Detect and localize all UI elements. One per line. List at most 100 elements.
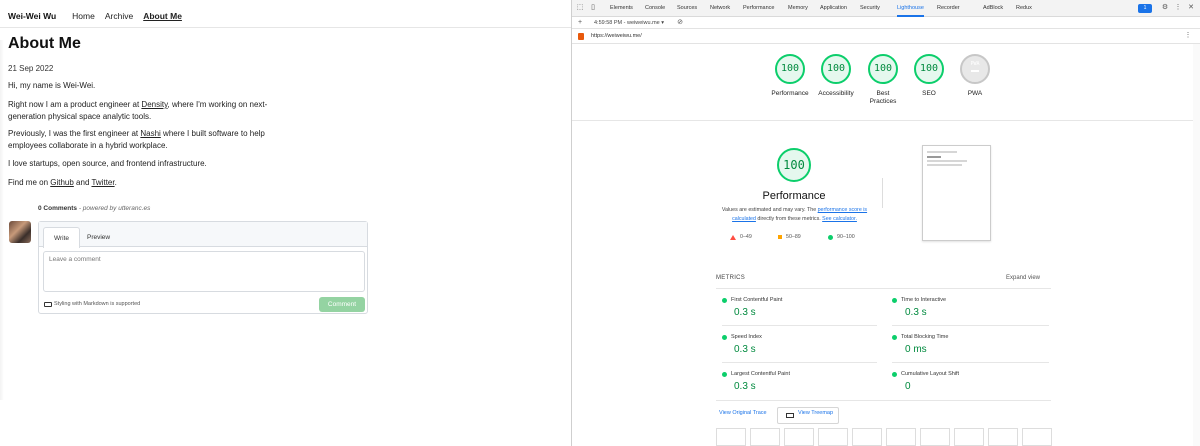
tab-application[interactable]: Application [820, 0, 847, 17]
p4-and: and [73, 178, 92, 187]
gauge-performance[interactable]: 100 [775, 54, 805, 84]
comment-form: Write Preview Leave a comment Styling wi… [38, 221, 368, 314]
new-report-plus-icon[interactable]: + [576, 19, 584, 27]
metric-fcp-name: First Contentful Paint [731, 297, 783, 303]
tab-recorder[interactable]: Recorder [937, 0, 960, 17]
report-url[interactable]: https://weiweiwu.me/ [591, 33, 642, 39]
inspect-icon[interactable]: ⬚ [576, 4, 584, 12]
tab-network[interactable]: Network [710, 0, 730, 17]
tab-redux[interactable]: Redux [1016, 0, 1032, 17]
performance-description: Values are estimated and may vary. The p… [717, 206, 872, 223]
tab-performance[interactable]: Performance [743, 0, 775, 17]
pwa-badge-text: PWA [970, 61, 980, 67]
gauge-best-practices[interactable]: 100 [868, 54, 898, 84]
page-title: About Me [8, 35, 81, 52]
metric-tbt-value: 0 ms [905, 344, 927, 355]
report-time: 4:59:58 PM - weiweiwu.me [594, 20, 660, 26]
tab-lighthouse[interactable]: Lighthouse [897, 0, 924, 17]
site-name[interactable]: Wei-Wei Wu [8, 11, 56, 21]
tab-console[interactable]: Console [645, 0, 665, 17]
legend-pass: 90–100 [828, 234, 855, 240]
p4-text: Find me on [8, 178, 51, 187]
clear-reports-icon[interactable]: ⊘ [676, 19, 684, 27]
issues-badge[interactable]: 1 [1138, 4, 1152, 13]
metric-tti-value: 0.3 s [905, 307, 927, 318]
legend-fail: 0–49 [730, 234, 752, 240]
label-seo: SEO [922, 90, 936, 97]
powered-by[interactable]: - powered by utteranc.es [79, 205, 151, 212]
pass-circle-icon [722, 371, 727, 377]
label-accessibility: Accessibility [818, 90, 854, 97]
filmstrip-thumb [988, 428, 1018, 446]
lighthouse-toolbar: + 4:59:58 PM - weiweiwu.me ▾ ⊘ [572, 17, 1200, 29]
comment-submit-button[interactable]: Comment [319, 297, 365, 312]
nashi-link[interactable]: Nashi [140, 129, 160, 138]
performance-score-gauge: 100 [777, 148, 811, 182]
p2-text: Previously, I was the first engineer at [8, 129, 141, 138]
shot-line [927, 164, 962, 166]
report-selector[interactable]: 4:59:58 PM - weiweiwu.me ▾ [594, 20, 664, 26]
close-icon[interactable]: ✕ [1187, 4, 1195, 12]
legend-pass-range: 90–100 [837, 234, 855, 240]
tab-security[interactable]: Security [860, 0, 880, 17]
tab-adblock[interactable]: AdBlock [983, 0, 1003, 17]
settings-gear-icon[interactable]: ⚙ [1161, 4, 1169, 12]
report-menu-icon[interactable]: ⋮ [1184, 32, 1192, 40]
pass-circle-icon [722, 297, 727, 303]
tab-elements[interactable]: Elements [610, 0, 633, 17]
metric-lcp-name: Largest Contentful Paint [731, 371, 791, 377]
markdown-note-text: Styling with Markdown is supported [54, 301, 141, 307]
metrics-rule [716, 288, 1051, 289]
gauge-accessibility[interactable]: 100 [821, 54, 851, 84]
comment-input[interactable]: Leave a comment [43, 251, 365, 292]
filmstrip-thumb [818, 428, 848, 446]
paragraph-current-job: Right now I am a product engineer at Den… [8, 99, 278, 123]
website-pane: Wei-Wei Wu Home Archive About Me About M… [0, 0, 571, 446]
gauge-seo[interactable]: 100 [914, 54, 944, 84]
pwa-dash-icon [971, 70, 979, 72]
lighthouse-logo-icon [578, 33, 584, 40]
nav-home[interactable]: Home [72, 11, 95, 21]
metric-si-label: Speed Index [722, 334, 762, 340]
view-treemap-button[interactable]: View Treemap [798, 410, 833, 416]
tab-preview[interactable]: Preview [77, 227, 120, 248]
metric-si-name: Speed Index [731, 334, 762, 340]
tab-memory[interactable]: Memory [788, 0, 808, 17]
avatar [9, 221, 31, 243]
metric-lcp-value: 0.3 s [734, 381, 756, 392]
metric-cls-name: Cumulative Layout Shift [901, 371, 960, 377]
filmstrip-thumb [1022, 428, 1052, 446]
label-performance: Performance [771, 90, 809, 97]
filmstrip-thumb [920, 428, 950, 446]
comment-tabs: Write Preview [39, 222, 367, 248]
url-bar: https://weiweiwu.me/ ⋮ [572, 29, 1200, 44]
gauge-pwa[interactable]: PWA [960, 54, 990, 84]
perf-desc-text: Values are estimated and may vary. The [721, 207, 818, 213]
tab-write[interactable]: Write [43, 227, 81, 248]
label-pwa: PWA [967, 90, 983, 97]
scrollbar[interactable] [1193, 44, 1200, 446]
comments-header: 0 Comments - powered by utteranc.es [38, 205, 150, 212]
metric-cls-value: 0 [905, 381, 911, 392]
device-toolbar-icon[interactable]: ▯ [589, 4, 597, 12]
perf-desc-text-2: directly from these metrics. [755, 215, 823, 222]
tab-sources[interactable]: Sources [677, 0, 697, 17]
nav-archive[interactable]: Archive [105, 11, 133, 21]
devtools-tabbar: ⬚ ▯ Elements Console Sources Network Per… [572, 0, 1200, 17]
nav-about[interactable]: About Me [143, 11, 182, 21]
p4-period: . [114, 178, 117, 187]
markdown-note[interactable]: Styling with Markdown is supported [44, 301, 140, 307]
more-options-icon[interactable]: ⋮ [1174, 4, 1182, 12]
final-screenshot[interactable] [922, 145, 991, 241]
density-link[interactable]: Density [141, 100, 167, 109]
view-original-trace-button[interactable]: View Original Trace [719, 410, 767, 416]
expand-view-toggle[interactable]: Expand view [1006, 275, 1040, 281]
github-link[interactable]: Github [50, 178, 74, 187]
see-calculator-link[interactable]: See calculator. [822, 216, 857, 222]
filmstrip-thumb [886, 428, 916, 446]
metric-fcp-value: 0.3 s [734, 307, 756, 318]
shot-line [927, 151, 957, 153]
twitter-link[interactable]: Twitter [91, 178, 114, 187]
metric-fcp-label: First Contentful Paint [722, 297, 782, 303]
metric-tbt-label: Total Blocking Time [892, 334, 948, 340]
